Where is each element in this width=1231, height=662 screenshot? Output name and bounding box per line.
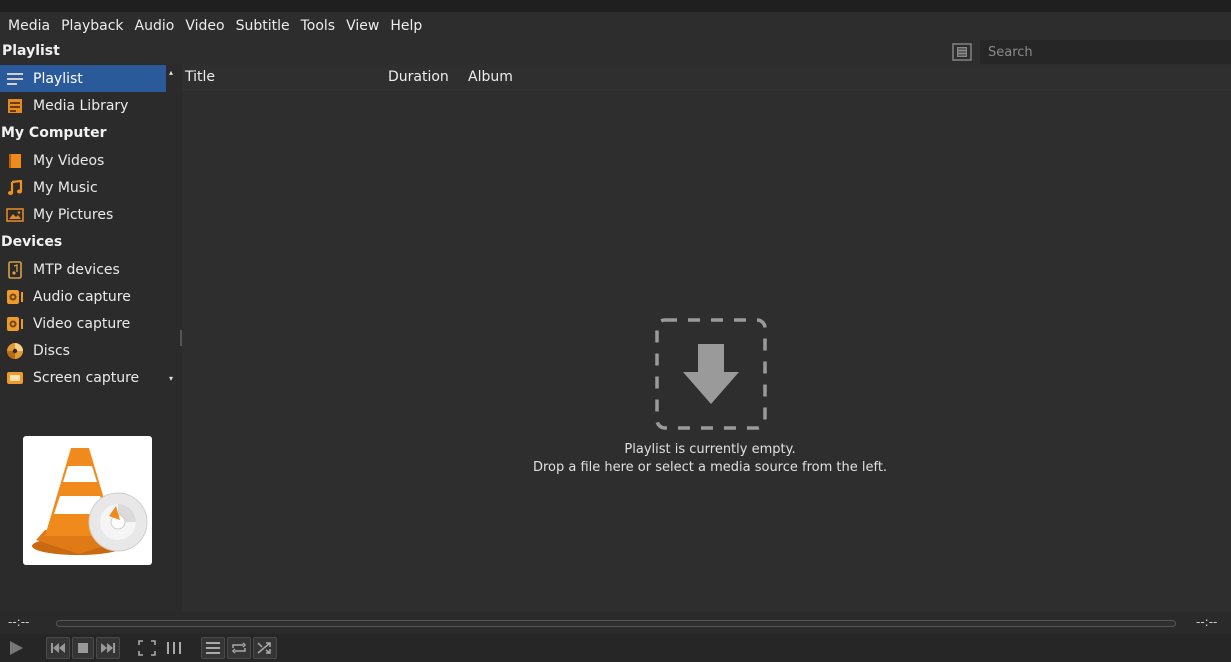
disc-icon — [6, 342, 24, 360]
column-duration[interactable]: Duration — [388, 69, 449, 85]
sidebar-scrollbar[interactable]: ▴ ▾ — [166, 64, 180, 394]
column-album[interactable]: Album — [468, 69, 513, 85]
sidebar-item-playlist[interactable]: Playlist — [0, 65, 166, 92]
fullscreen-button[interactable] — [136, 637, 158, 659]
mtp-device-icon — [6, 260, 24, 279]
remaining-time[interactable]: --:-- — [1196, 615, 1217, 629]
title-bar — [0, 0, 1231, 12]
column-title[interactable]: Title — [185, 69, 215, 85]
sidebar-item-label: My Videos — [33, 152, 105, 169]
playlist-icon — [6, 70, 24, 88]
sidebar-item-mtp-devices[interactable]: MTP devices — [0, 256, 166, 283]
menu-bar: Media Playback Audio Video Subtitle Tool… — [0, 12, 1231, 40]
stop-icon — [78, 643, 88, 653]
page-title: Playlist — [2, 43, 60, 59]
menu-subtitle[interactable]: Subtitle — [232, 18, 297, 34]
menu-view[interactable]: View — [342, 18, 386, 34]
sidebar-item-label: Playlist — [33, 70, 83, 87]
sidebar-item-label: Audio capture — [33, 288, 131, 305]
sidebar-item-label: Video capture — [33, 315, 131, 332]
scroll-up-icon[interactable]: ▴ — [169, 68, 173, 77]
play-icon — [10, 641, 23, 655]
music-note-icon — [6, 179, 24, 197]
sidebar-item-label: Media Library — [33, 97, 129, 114]
column-header: Title Duration Album — [182, 66, 1231, 90]
video-folder-icon — [6, 152, 24, 170]
menu-media[interactable]: Media — [4, 18, 57, 34]
search-input[interactable] — [980, 40, 1231, 64]
sidebar-item-screen-capture[interactable]: Screen capture — [0, 364, 166, 391]
video-capture-icon — [6, 315, 24, 333]
elapsed-time: --:-- — [8, 615, 30, 629]
media-library-icon — [6, 97, 24, 115]
menu-tools[interactable]: Tools — [297, 18, 343, 34]
stop-button[interactable] — [72, 637, 94, 659]
menu-video[interactable]: Video — [181, 18, 231, 34]
sidebar-item-my-pictures[interactable]: My Pictures — [0, 201, 166, 228]
album-art — [23, 436, 152, 565]
menu-help[interactable]: Help — [386, 18, 429, 34]
extended-settings-button[interactable] — [163, 637, 185, 659]
view-mode-icon[interactable] — [952, 43, 972, 61]
category-my-computer: My Computer — [1, 125, 107, 141]
shuffle-icon — [257, 642, 271, 654]
seek-slider[interactable] — [56, 620, 1176, 627]
picture-icon — [6, 206, 24, 224]
menu-audio[interactable]: Audio — [131, 18, 182, 34]
sidebar-item-my-music[interactable]: My Music — [0, 174, 166, 201]
sidebar-item-label: My Music — [33, 179, 98, 196]
category-devices: Devices — [1, 234, 63, 250]
shuffle-button[interactable] — [253, 637, 277, 659]
sidebar-item-media-library[interactable]: Media Library — [0, 92, 166, 119]
audio-capture-icon — [6, 288, 24, 306]
play-button[interactable] — [4, 637, 28, 659]
fullscreen-icon — [138, 640, 156, 656]
playlist-toggle-icon — [206, 642, 220, 654]
screen-capture-icon — [6, 369, 24, 387]
playback-controls — [0, 634, 1231, 662]
previous-icon — [51, 643, 65, 653]
next-icon — [101, 643, 115, 653]
drop-zone-icon — [655, 318, 767, 430]
loop-icon — [231, 642, 247, 654]
vlc-cone-logo-icon — [32, 448, 148, 555]
equalizer-icon — [167, 642, 181, 654]
empty-message-hint: Drop a file here or select a media sourc… — [532, 460, 888, 475]
sidebar-item-discs[interactable]: Discs — [0, 337, 166, 364]
next-button[interactable] — [96, 637, 120, 659]
empty-message-title: Playlist is currently empty. — [624, 442, 796, 457]
loop-button[interactable] — [227, 637, 251, 659]
menu-playback[interactable]: Playback — [57, 18, 130, 34]
sidebar-item-label: Discs — [33, 342, 70, 359]
playlist-toggle-button[interactable] — [201, 637, 225, 659]
seek-row: --:-- --:-- — [0, 612, 1231, 634]
sidebar-item-video-capture[interactable]: Video capture — [0, 310, 166, 337]
sidebar-item-label: MTP devices — [33, 261, 120, 278]
previous-button[interactable] — [46, 637, 70, 659]
sidebar-item-my-videos[interactable]: My Videos — [0, 147, 166, 174]
sidebar-item-label: My Pictures — [33, 206, 114, 223]
sidebar-item-audio-capture[interactable]: Audio capture — [0, 283, 166, 310]
scroll-down-icon[interactable]: ▾ — [169, 374, 173, 383]
sidebar-item-label: Screen capture — [33, 369, 140, 386]
